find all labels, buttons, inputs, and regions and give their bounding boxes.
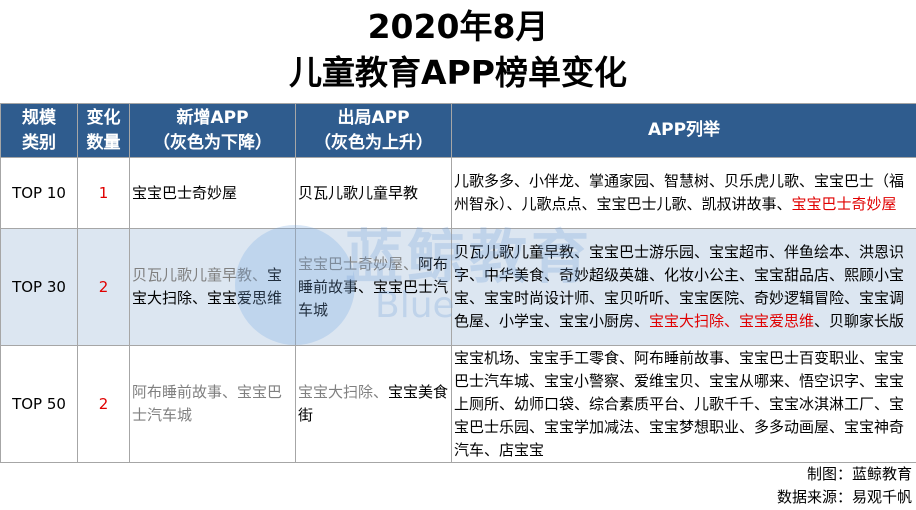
row-out-apps: 贝瓦儿歌儿童早教 (295, 157, 452, 229)
header-app-list: APP列举 (451, 103, 916, 158)
row-category: TOP 10 (0, 157, 78, 229)
row-new-apps: 阿布睡前故事、宝宝巴士汽车城 (129, 345, 296, 463)
table-row: TOP 50 2 阿布睡前故事、宝宝巴士汽车城 宝宝大扫除、宝宝美食街 宝宝机场… (0, 345, 916, 463)
header-out-app: 出局APP （灰色为上升） (295, 103, 452, 158)
title-date: 2020年8月 (367, 7, 549, 46)
row-new-apps: 贝瓦儿歌儿童早教、宝宝大扫除、宝宝爱思维 (129, 228, 296, 346)
row-change-count: 1 (77, 157, 130, 229)
header-count: 变化 数量 (77, 103, 130, 158)
footer-made-by: 制图：蓝鲸教育 (806, 465, 912, 483)
row-new-apps: 宝宝巴士奇妙屋 (129, 157, 296, 229)
title-main: 儿童教育APP榜单变化 (289, 53, 627, 92)
row-change-count: 2 (77, 345, 130, 463)
row-category: TOP 50 (0, 345, 78, 463)
row-app-list: 宝宝机场、宝宝手工零食、阿布睡前故事、宝宝巴士百变职业、宝宝巴士汽车城、宝宝小警… (451, 345, 916, 463)
row-out-apps: 宝宝大扫除、宝宝美食街 (295, 345, 452, 463)
ranking-table: 规模 类别 变化 数量 新增APP （灰色为下降） 出局APP （灰色为上升） … (0, 103, 916, 463)
header-new-app: 新增APP （灰色为下降） (129, 103, 296, 158)
row-out-apps: 宝宝巴士奇妙屋、阿布睡前故事、宝宝巴士汽车城 (295, 228, 452, 346)
row-app-list: 儿歌多多、小伴龙、掌通家园、智慧树、贝乐虎儿歌、宝宝巴士（福州智永）、儿歌点点、… (451, 157, 916, 229)
footer-source: 数据来源：易观千帆 (776, 488, 912, 506)
page-title: 2020年8月 儿童教育APP榜单变化 (0, 0, 916, 103)
table-row: TOP 30 2 贝瓦儿歌儿童早教、宝宝大扫除、宝宝爱思维 宝宝巴士奇妙屋、阿布… (0, 228, 916, 346)
row-category: TOP 30 (0, 228, 78, 346)
table-header-row: 规模 类别 变化 数量 新增APP （灰色为下降） 出局APP （灰色为上升） … (0, 103, 916, 158)
table-row: TOP 10 1 宝宝巴士奇妙屋 贝瓦儿歌儿童早教 儿歌多多、小伴龙、掌通家园、… (0, 157, 916, 229)
row-change-count: 2 (77, 228, 130, 346)
row-app-list: 贝瓦儿歌儿童早教、宝宝巴士游乐园、宝宝超市、伴鱼绘本、洪恩识字、中华美食、奇妙超… (451, 228, 916, 346)
header-category: 规模 类别 (0, 103, 78, 158)
